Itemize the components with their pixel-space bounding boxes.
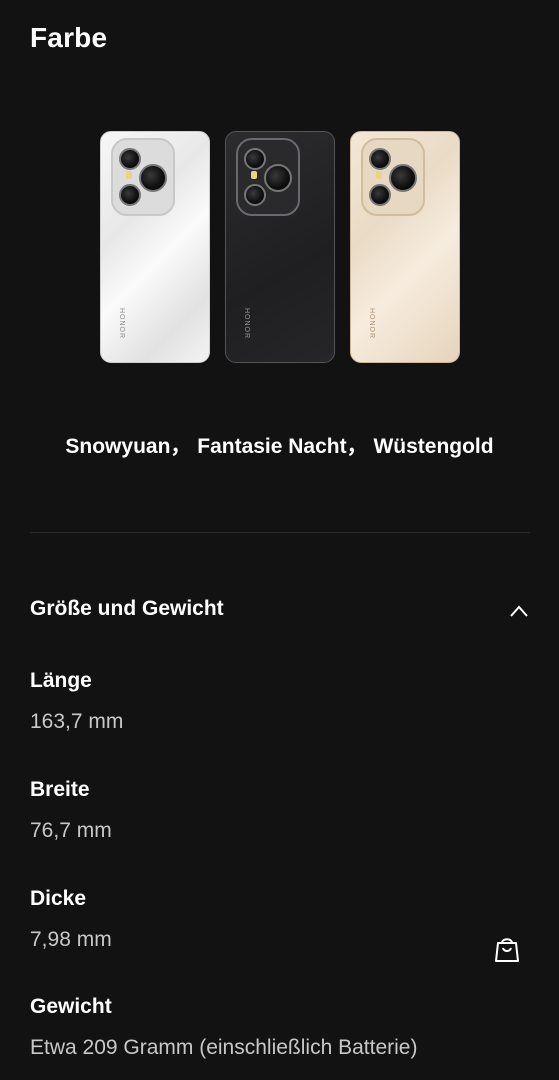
- brand-logo: HONOR: [243, 308, 250, 340]
- spec-value-width: 76,7 mm: [30, 819, 112, 842]
- spec-value-thickness: 7,98 mm: [30, 928, 112, 951]
- phone-fantasie-nacht: HONOR: [225, 131, 335, 363]
- brand-logo: HONOR: [118, 308, 125, 340]
- spec-value-length: 163,7 mm: [30, 710, 124, 733]
- spec-label-thickness: Dicke: [30, 887, 87, 910]
- camera-module: [236, 138, 300, 216]
- spec-label-weight: Gewicht: [30, 995, 112, 1018]
- page-title: Farbe: [30, 22, 108, 53]
- color-names: Snowyuan， Fantasie Nacht， Wüstengold: [65, 435, 494, 458]
- camera-module: [111, 138, 175, 216]
- camera-module: [361, 138, 425, 216]
- spec-label-length: Länge: [30, 669, 92, 692]
- color-phones-image: HONOR HONOR HONOR: [100, 131, 460, 365]
- shopping-bag-button[interactable]: [486, 928, 528, 970]
- spec-value-weight: Etwa 209 Gramm (einschließlich Batterie): [30, 1036, 418, 1059]
- brand-logo: HONOR: [368, 308, 375, 340]
- phone-snowyuan: HONOR: [100, 131, 210, 363]
- spec-label-width: Breite: [30, 778, 90, 801]
- shopping-bag-icon: [495, 938, 519, 962]
- chevron-up-icon[interactable]: [509, 604, 529, 618]
- divider: [30, 532, 530, 533]
- phone-wuestengold: HONOR: [350, 131, 460, 363]
- accordion-title[interactable]: Größe und Gewicht: [30, 597, 224, 621]
